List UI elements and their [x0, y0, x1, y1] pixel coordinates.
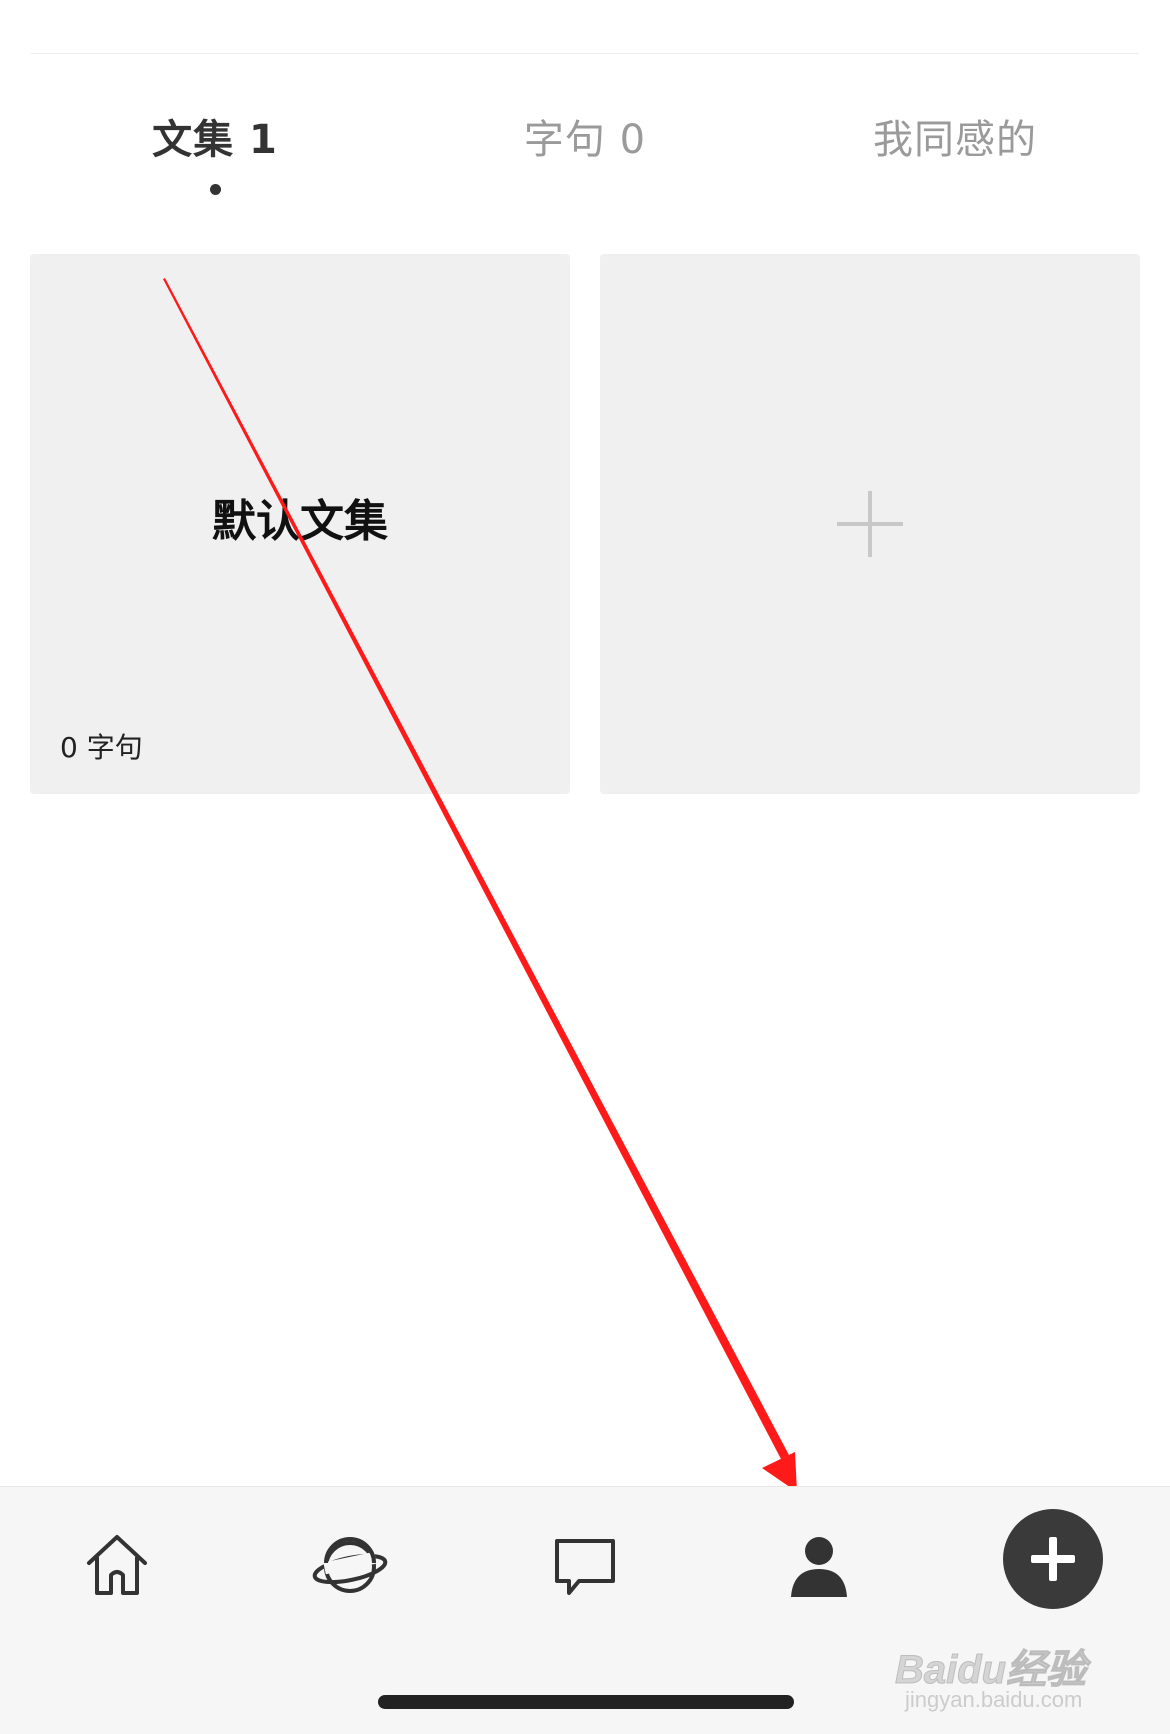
add-collection-card[interactable] — [600, 254, 1140, 794]
tab-sentences-label: 字句 0 — [523, 117, 647, 163]
nav-discover[interactable] — [310, 1527, 390, 1607]
tab-sentences[interactable]: 字句 0 — [455, 105, 715, 175]
home-indicator[interactable] — [378, 1695, 794, 1709]
nav-profile[interactable] — [779, 1527, 859, 1607]
create-button[interactable] — [1003, 1509, 1103, 1609]
watermark: Baidu经验 jingyan.baidu.com — [894, 1607, 1155, 1717]
home-icon — [87, 1535, 147, 1595]
chat-bubble-icon — [555, 1539, 615, 1595]
collection-count: 0 字句 — [60, 731, 143, 764]
tab-collections[interactable]: 文集 1 — [85, 105, 345, 195]
plus-icon — [1031, 1537, 1075, 1581]
tab-collections-label: 文集 1 — [152, 117, 278, 163]
collection-tabs: 文集 1 字句 0 我同感的 — [0, 105, 1170, 205]
watermark-url: jingyan.baidu.com — [905, 1687, 1083, 1712]
watermark-logo: Baidu经验 — [894, 1648, 1087, 1693]
nav-messages[interactable] — [545, 1527, 625, 1607]
bottom-tab-bar: Baidu经验 jingyan.baidu.com — [0, 1486, 1170, 1734]
top-divider — [31, 53, 1139, 54]
tab-resonated-label: 我同感的 — [873, 117, 1037, 163]
planet-icon — [312, 1537, 388, 1593]
collection-title: 默认文集 — [212, 496, 388, 547]
active-tab-indicator — [210, 184, 221, 195]
nav-home[interactable] — [77, 1527, 157, 1607]
tab-resonated[interactable]: 我同感的 — [825, 105, 1085, 175]
plus-icon — [837, 491, 903, 557]
profile-icon — [791, 1537, 847, 1597]
default-collection-card[interactable]: 默认文集 0 字句 — [30, 254, 570, 794]
